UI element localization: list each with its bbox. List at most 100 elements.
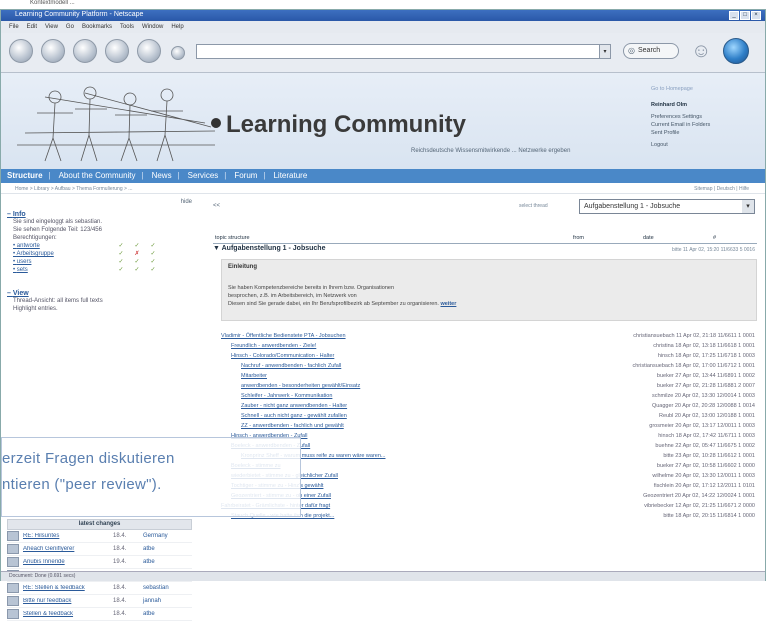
- home-button[interactable]: [137, 39, 161, 63]
- change-title[interactable]: RE: Hilsuntes: [23, 533, 113, 539]
- user-link-3[interactable]: Sent Profile: [651, 129, 761, 137]
- root-post-title[interactable]: ▼ Aufgabenstellung 1 - Jobsuche bitte 11…: [213, 245, 757, 259]
- info-title[interactable]: – Info: [7, 211, 192, 218]
- latest-change-row[interactable]: Stellen & feedback 18.4. atbe: [7, 608, 192, 621]
- change-user[interactable]: Germany: [143, 533, 183, 539]
- latest-change-row[interactable]: Aheach Geniflyerer 18.4. atbe: [7, 543, 192, 556]
- read-more-link[interactable]: weiter: [440, 301, 456, 307]
- thread-row[interactable]: anwerdbenden - besonderheiten gewählt/Ei…: [213, 381, 757, 391]
- nav-forum[interactable]: Forum: [234, 169, 257, 183]
- thread-row[interactable]: ZZ - anwerdbenden - fachlich und gewählt…: [213, 421, 757, 431]
- menu-item-bookmarks[interactable]: Bookmarks: [82, 21, 112, 33]
- document-icon: [7, 583, 19, 593]
- thread-row[interactable]: Mitarbeiter bueker 27 Apr 02, 13:44 11/68…: [213, 371, 757, 381]
- change-title[interactable]: Stellen & feedback: [23, 611, 113, 617]
- back-button[interactable]: [9, 39, 33, 63]
- col-date[interactable]: date: [643, 235, 654, 241]
- breadcrumb-links[interactable]: Sitemap | Deutsch | Hilfe: [694, 184, 749, 194]
- menu-item-help[interactable]: Help: [171, 21, 183, 33]
- thread-row[interactable]: Hinsch - Colorado/Communication - Halter…: [213, 351, 757, 361]
- latest-change-row[interactable]: RE: Hilsuntes 18.4. Germany: [7, 530, 192, 543]
- latest-changes-header: latest changes: [7, 519, 192, 530]
- col-topic[interactable]: topic structure: [215, 235, 250, 241]
- menu-item-tools[interactable]: Tools: [120, 21, 134, 33]
- thread-title[interactable]: Schleifer - Jahrwerk - Kommunikation: [241, 391, 332, 401]
- permission-link[interactable]: sets: [17, 267, 28, 273]
- thread-title[interactable]: Mitarbeiter: [241, 371, 267, 381]
- nav-structure[interactable]: Structure: [7, 169, 43, 183]
- thread-row[interactable]: Zauber - nicht ganz anwendbenden - Halte…: [213, 401, 757, 411]
- collapse-arrows[interactable]: <<: [213, 203, 220, 209]
- thread-row[interactable]: Schleifer - Jahrwerk - Kommunikation schm…: [213, 391, 757, 401]
- thread-select[interactable]: Aufgabenstellung 1 - Jobsuche: [579, 199, 755, 214]
- thread-title[interactable]: anwerdbenden - besonderheiten gewählt/Ei…: [241, 381, 360, 391]
- latest-change-row[interactable]: Anubis Inneride 19.4. atbe: [7, 556, 192, 569]
- user-name[interactable]: Reinhard Olm: [651, 101, 761, 109]
- thread-title[interactable]: Zauber - nicht ganz anwendbenden - Halte…: [241, 401, 347, 411]
- menu-item-go[interactable]: Go: [66, 21, 74, 33]
- search-button[interactable]: Search: [623, 43, 679, 59]
- globe-icon[interactable]: [723, 38, 749, 64]
- latest-change-row[interactable]: RE: Stellen & feedback 18.4. sebastian: [7, 582, 192, 595]
- thread-title[interactable]: Freundlich - anwerdbenden - Ziele!: [231, 341, 316, 351]
- nav-news[interactable]: News: [152, 169, 172, 183]
- netscape-icon[interactable]: ☺: [691, 39, 717, 63]
- logout-link[interactable]: Logout: [651, 141, 761, 149]
- print-button[interactable]: [171, 46, 185, 60]
- change-title[interactable]: Bitte nur feedback: [23, 598, 113, 604]
- address-dropdown[interactable]: ▾: [599, 44, 611, 59]
- hide-sidebar-button[interactable]: hide: [181, 199, 192, 205]
- breadcrumb-path[interactable]: Home > Library > Aufbau > Thema Formulie…: [15, 184, 132, 194]
- maximize-button[interactable]: □: [740, 11, 750, 20]
- col-number[interactable]: #: [713, 235, 716, 241]
- menu-item-view[interactable]: View: [45, 21, 58, 33]
- permission-link[interactable]: antworte: [17, 243, 40, 249]
- stop-button[interactable]: [105, 39, 129, 63]
- change-date: 19.4.: [113, 559, 127, 565]
- menu-item-edit[interactable]: Edit: [27, 21, 37, 33]
- thread-title[interactable]: Schnell - auch nicht ganz - gewählt zufa…: [241, 411, 347, 421]
- nav-about[interactable]: About the Community: [59, 169, 136, 183]
- col-from[interactable]: from: [573, 235, 584, 241]
- user-link-1[interactable]: Preferences Settings: [651, 113, 761, 121]
- change-user[interactable]: jannah: [143, 598, 183, 604]
- change-user[interactable]: atbe: [143, 611, 183, 617]
- close-button[interactable]: ×: [751, 11, 761, 20]
- thread-title[interactable]: Vladimir - Öffentliche Bedienstete PTA -…: [221, 331, 346, 341]
- thread-title[interactable]: Nachruf - anwendbenden - fachlich Zufall: [241, 361, 341, 371]
- permission-link[interactable]: Arbeitsgruppe: [16, 251, 53, 257]
- homepage-link[interactable]: Go to Homepage: [651, 85, 761, 93]
- thread-row[interactable]: Freundlich - anwerdbenden - Ziele! christ…: [213, 341, 757, 351]
- reload-button[interactable]: [73, 39, 97, 63]
- menu-item-window[interactable]: Window: [142, 21, 163, 33]
- address-bar[interactable]: [196, 44, 601, 59]
- change-user[interactable]: sebastian: [143, 585, 183, 591]
- change-user[interactable]: atbe: [143, 559, 183, 565]
- check-icon: ✓: [134, 267, 140, 273]
- thread-title[interactable]: Hinsch - Colorado/Communication - Halter: [231, 351, 334, 361]
- thread-row[interactable]: Nachruf - anwendbenden - fachlich Zufall…: [213, 361, 757, 371]
- thread-row[interactable]: Vladimir - Öffentliche Bedienstete PTA -…: [213, 331, 757, 341]
- latest-change-row[interactable]: Bitte nur feedback 18.4. jannah: [7, 595, 192, 608]
- view-title[interactable]: – View: [7, 290, 192, 297]
- forward-button[interactable]: [41, 39, 65, 63]
- view-line-1[interactable]: Thread-Ansicht: all items full texts: [7, 297, 192, 305]
- thread-title[interactable]: ZZ - anwerdbenden - fachlich und gewählt: [241, 421, 344, 431]
- menu-item-file[interactable]: File: [9, 21, 19, 33]
- nav-services[interactable]: Services: [188, 169, 219, 183]
- nav-literature[interactable]: Literature: [273, 169, 307, 183]
- permission-link[interactable]: users: [17, 259, 32, 265]
- change-user[interactable]: atbe: [143, 546, 183, 552]
- change-title[interactable]: Aheach Geniflyerer: [23, 546, 113, 552]
- check-icon: ✓: [150, 243, 156, 249]
- site-brand: Learning Community: [226, 111, 467, 138]
- thread-meta: schmilze 20 Apr 02, 13:30 12/0014 1 0003: [651, 393, 755, 399]
- user-link-2[interactable]: Current Email in Folders: [651, 121, 761, 129]
- minimize-button[interactable]: _: [729, 11, 739, 20]
- change-date: 18.4.: [113, 533, 127, 539]
- change-title[interactable]: RE: Stellen & feedback: [23, 585, 113, 591]
- thread-row[interactable]: Schnell - auch nicht ganz - gewählt zufa…: [213, 411, 757, 421]
- thread-meta: christiansuebach 18 Apr 02, 17:00 11/671…: [632, 363, 755, 369]
- change-title[interactable]: Anubis Inneride: [23, 559, 113, 565]
- thread-meta: christiansuebach 11 Apr 02, 21:18 11/661…: [633, 333, 755, 339]
